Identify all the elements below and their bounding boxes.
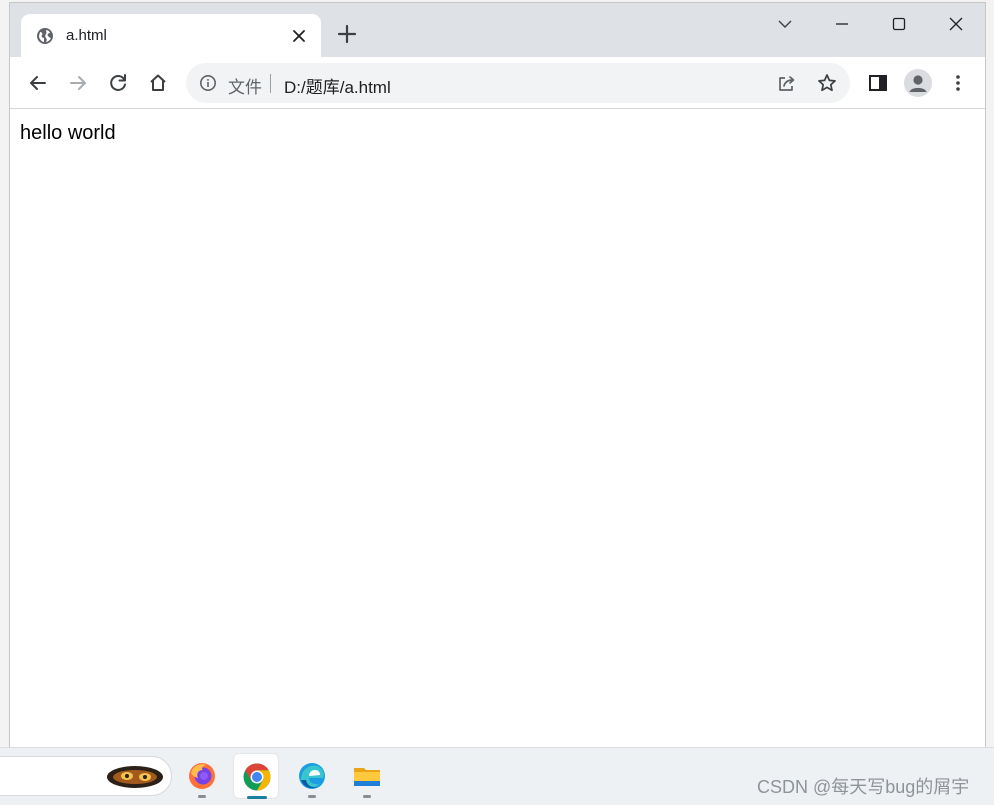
close-icon[interactable] — [943, 11, 969, 37]
tab-close-icon[interactable] — [289, 26, 309, 46]
minimize-icon[interactable] — [829, 11, 855, 37]
edge-icon[interactable] — [289, 753, 335, 799]
taskbar: CSDN @每天写bug的屑宇 — [0, 747, 994, 805]
app-running-indicator — [308, 795, 316, 798]
url-text[interactable]: D:/题库/a.html — [284, 73, 391, 98]
home-icon[interactable] — [146, 71, 170, 95]
new-tab-button[interactable] — [336, 23, 358, 45]
globe-icon — [36, 27, 54, 45]
app-running-indicator — [198, 795, 206, 798]
share-icon[interactable] — [776, 72, 798, 94]
tab-title: a.html — [66, 27, 107, 44]
info-icon[interactable] — [199, 74, 217, 92]
tab-a-html[interactable]: a.html — [21, 14, 321, 57]
reload-icon[interactable] — [106, 71, 130, 95]
toolbar: 文件 D:/题库/a.html — [10, 57, 985, 109]
app-running-indicator — [363, 795, 371, 798]
address-bar[interactable]: 文件 D:/题库/a.html — [186, 63, 850, 103]
page-content: hello world — [10, 110, 985, 747]
chrome-icon[interactable] — [233, 753, 279, 799]
star-icon[interactable] — [816, 72, 838, 94]
avatar-icon[interactable] — [904, 69, 932, 97]
tab-strip: a.html — [10, 3, 985, 57]
arrow-right-icon[interactable] — [66, 71, 90, 95]
file-scheme-chip: 文件 — [228, 78, 262, 97]
more-vert-icon[interactable] — [946, 71, 970, 95]
search-highlight-image — [105, 761, 165, 793]
omnibox-divider — [270, 74, 271, 93]
chevron-down-icon[interactable] — [772, 11, 798, 37]
arrow-left-icon[interactable] — [26, 71, 50, 95]
browser-window: a.html 文件 D:/题库/a.html hello world — [9, 2, 986, 747]
taskbar-search[interactable] — [0, 756, 172, 796]
app-active-indicator — [247, 796, 267, 799]
firefox-icon[interactable] — [179, 753, 225, 799]
side-panel-icon[interactable] — [866, 71, 890, 95]
file-explorer-icon[interactable] — [344, 753, 390, 799]
page-body-text: hello world — [20, 122, 116, 144]
csdn-watermark: CSDN @每天写bug的屑宇 — [757, 777, 970, 797]
maximize-icon[interactable] — [886, 11, 912, 37]
